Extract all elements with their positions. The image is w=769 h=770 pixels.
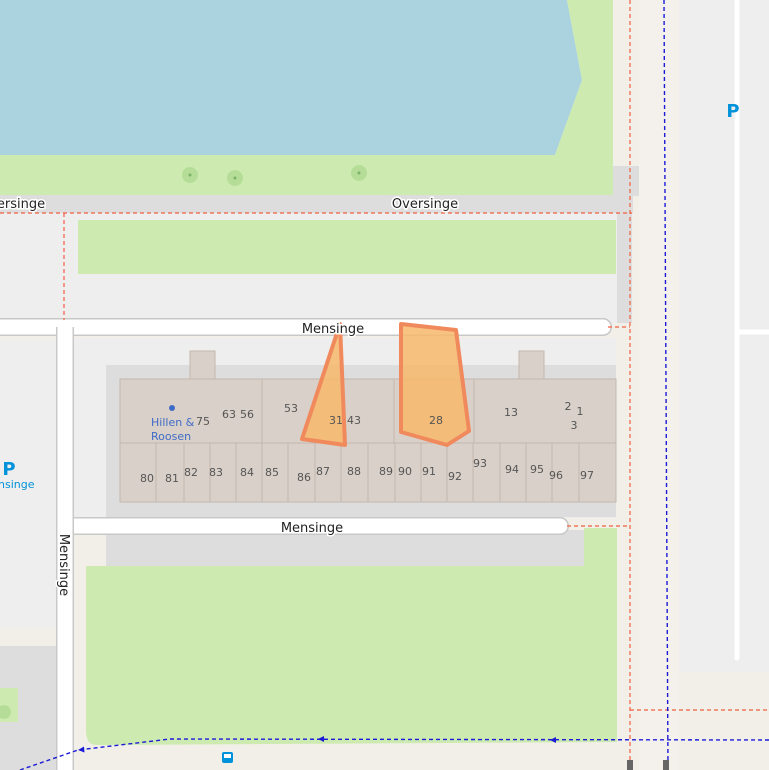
parking-area-east[interactable]: [679, 0, 769, 672]
street-label: Oversinge: [0, 197, 45, 212]
bollard-icon: [663, 760, 669, 770]
shop-name: Hillen &: [151, 416, 195, 429]
house-number: 13: [504, 406, 518, 419]
tree-center: [188, 173, 192, 177]
house-number: 96: [549, 469, 563, 482]
house-number: 87: [316, 465, 330, 478]
house-number: 85: [265, 466, 279, 479]
house-number: 94: [505, 463, 519, 476]
house-number: 28: [429, 414, 443, 427]
oversinge-road[interactable]: [0, 195, 633, 213]
house-number: 1: [577, 405, 584, 418]
house-number: 84: [240, 466, 254, 479]
house-number: 2: [565, 400, 572, 413]
house-number: 92: [448, 470, 462, 483]
house-number: 97: [580, 469, 594, 482]
shop-name: Roosen: [151, 430, 191, 443]
house-number: 82: [184, 466, 198, 479]
house-number: 43: [347, 414, 361, 427]
tree-center: [357, 171, 361, 175]
house-number: 88: [347, 465, 361, 478]
street-label: Oversinge: [392, 197, 458, 212]
house-number: 83: [209, 466, 223, 479]
grass-strip: [78, 220, 616, 274]
house-number: 56: [240, 408, 254, 421]
bus-stop-icon[interactable]: [222, 752, 233, 763]
main-road-sidewalk: [639, 0, 679, 770]
building[interactable]: [472, 442, 501, 503]
water-area: [0, 0, 582, 157]
house-number: 93: [473, 457, 487, 470]
house-number: 89: [379, 465, 393, 478]
tree-center: [233, 176, 237, 180]
house-number: 31: [329, 414, 343, 427]
house-number: 86: [297, 471, 311, 484]
street-label: Mensinge: [56, 534, 71, 596]
parking-icon[interactable]: P: [726, 101, 739, 122]
map-canvas[interactable]: Oversinge Oversinge Mensinge Mensinge Me…: [0, 0, 769, 770]
house-number: 53: [284, 402, 298, 415]
house-number: 3: [571, 419, 578, 432]
house-number: 63: [222, 408, 236, 421]
building[interactable]: [473, 378, 617, 444]
lot-south: [106, 530, 584, 566]
house-number: 91: [422, 465, 436, 478]
shop-label: Hillen & Roosen: [151, 416, 195, 443]
house-number: 95: [530, 463, 544, 476]
house-number: 80: [140, 472, 154, 485]
street-label: Mensinge: [281, 521, 343, 536]
parking-label: nsinge: [0, 478, 35, 491]
bollard-icon: [627, 760, 633, 770]
house-number: 81: [165, 472, 179, 485]
parking-icon[interactable]: P: [2, 459, 15, 480]
shop-poi-icon[interactable]: [169, 405, 175, 411]
street-label: Mensinge: [302, 322, 364, 337]
road-connector: [613, 166, 639, 196]
house-number: 75: [196, 415, 210, 428]
house-number: 90: [398, 465, 412, 478]
building[interactable]: [518, 350, 545, 380]
building[interactable]: [189, 350, 216, 380]
